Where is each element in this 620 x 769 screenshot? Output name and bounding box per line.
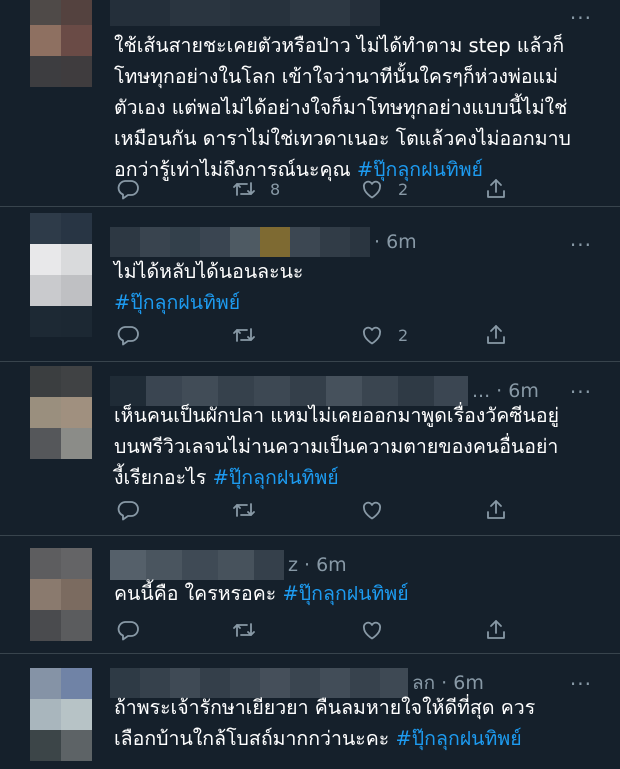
like-button[interactable] [360,495,398,525]
tweet-header[interactable] [110,0,384,28]
tweet-actions [112,495,512,525]
avatar[interactable] [30,213,92,337]
reply-icon [117,326,139,346]
like-button[interactable]: 2 [360,174,408,204]
reply-button[interactable] [116,615,154,645]
like-button[interactable] [360,615,398,645]
retweet-button[interactable] [232,495,270,525]
blurred-username [110,0,380,26]
share-button[interactable] [484,495,508,525]
blurred-username [110,550,284,580]
avatar[interactable] [30,668,92,761]
share-button[interactable] [484,320,508,350]
reply-icon [117,180,139,200]
hashtag-link[interactable]: #ปุ๊กลุกฝนทิพย์ [213,466,339,489]
tweet-timestamp: · 6m [374,231,417,253]
more-icon[interactable]: ··· [570,233,592,257]
retweet-icon [233,328,255,342]
share-icon [487,500,505,519]
tweet-actions: 8 2 [112,174,512,204]
tweet[interactable]: · 6m ··· ไม่ได้หลับได้นอนละนะ #ปุ๊กลุกฝน… [0,207,620,362]
tweet[interactable]: ลก · 6m ··· ถ้าพระเจ้ารักษาเยียวยา คืนลม… [0,654,620,769]
avatar[interactable] [30,0,92,87]
more-icon[interactable]: ··· [570,6,592,30]
share-icon [487,179,505,198]
tweet-timestamp: z · 6m [288,554,347,576]
like-icon [363,501,381,520]
hashtag-link[interactable]: #ปุ๊กลุกฝนทิพย์ [282,582,408,605]
like-count: 2 [398,325,409,345]
tweet-text: ใช้เส้นสายชะเคยตัวหรือป่าว ไม่ได้ทำตาม s… [114,30,596,185]
tweet[interactable]: z · 6m คนนี้คือ ใครหรอคะ #ปุ๊กลุกฝนทิพย์ [0,536,620,654]
reply-icon [117,621,139,641]
hashtag-link[interactable]: #ปุ๊กลุกฝนทิพย์ [114,291,240,314]
tweet-header[interactable]: · 6m [110,225,417,259]
share-icon [487,620,505,639]
share-button[interactable] [484,174,508,204]
tweet-text: คนนี้คือ ใครหรอคะ #ปุ๊กลุกฝนทิพย์ [114,578,596,609]
reply-button[interactable] [116,495,154,525]
tweet[interactable]: ... · 6m ··· เห็นคนเป็นผักปลา แหมไม่เคยอ… [0,362,620,536]
retweet-button[interactable] [232,615,270,645]
avatar[interactable] [30,366,92,459]
like-icon [363,326,381,345]
tweet-actions [112,615,512,645]
tweet-text: ถ้าพระเจ้ารักษาเยียวยา คืนลมหายใจให้ดีที… [114,692,596,754]
retweet-button[interactable]: 8 [232,174,280,204]
retweet-icon [233,182,255,196]
retweet-icon [233,623,255,637]
tweet-text-content: ไม่ได้หลับได้นอนละนะ [114,260,304,283]
tweet-text: เห็นคนเป็นผักปลา แหมไม่เคยออกมาพูดเรื่อง… [114,400,596,493]
retweet-icon [233,503,255,517]
avatar[interactable] [30,548,92,641]
share-icon [487,325,505,344]
retweet-count: 8 [270,179,281,199]
tweet-text-content: คนนี้คือ ใครหรอคะ [114,582,283,605]
tweet[interactable]: ··· ใช้เส้นสายชะเคยตัวหรือป่าว ไม่ได้ทำต… [0,0,620,207]
reply-button[interactable] [116,320,154,350]
blurred-username [110,227,370,257]
reply-button[interactable] [116,174,154,204]
like-icon [363,180,381,199]
share-button[interactable] [484,615,508,645]
tweet-actions: 2 [112,320,512,350]
hashtag-link[interactable]: #ปุ๊กลุกฝนทิพย์ [395,727,521,750]
tweet-text-content: ใช้เส้นสายชะเคยตัวหรือป่าว ไม่ได้ทำตาม s… [114,34,571,181]
reply-icon [117,501,139,521]
like-icon [363,621,381,640]
like-count: 2 [398,179,409,199]
like-button[interactable]: 2 [360,320,408,350]
tweet-header[interactable]: z · 6m [110,548,347,582]
tweet-timestamp: ... · 6m [472,380,539,402]
retweet-button[interactable] [232,320,270,350]
tweet-text: ไม่ได้หลับได้นอนละนะ #ปุ๊กลุกฝนทิพย์ [114,256,596,318]
